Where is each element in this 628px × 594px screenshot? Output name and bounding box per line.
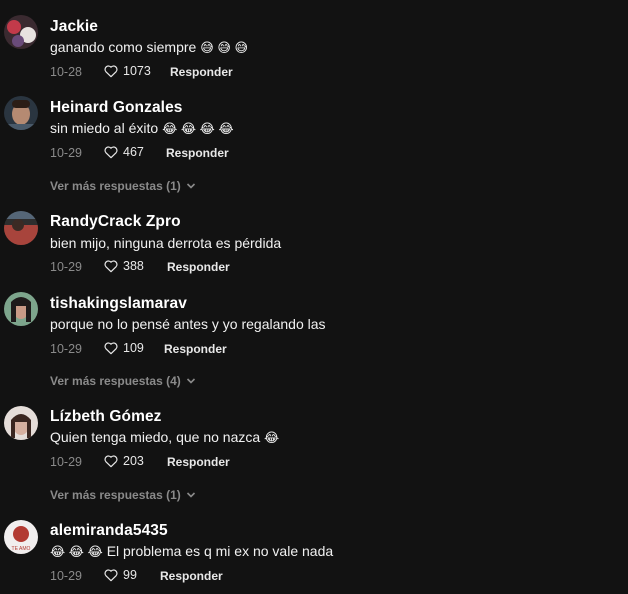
comment-date: 10-29 [50,455,82,469]
chevron-down-icon [186,492,195,498]
emoji-icon: 😂 😂 😂 [50,544,103,559]
like-button[interactable]: 388 [103,258,144,274]
like-button[interactable]: 1073 [103,63,151,79]
view-more-replies-button[interactable]: Ver más respuestas (4) [50,374,196,388]
like-count: 1073 [123,64,151,78]
like-count: 203 [123,454,144,468]
like-count: 467 [123,145,144,159]
comment-text-body: bien mijo, ninguna derrota es pérdida [50,235,282,251]
like-button[interactable]: 203 [103,453,144,469]
comment-username[interactable]: Heinard Gonzales [50,99,183,117]
view-more-replies-label: Ver más respuestas (4) [50,374,181,388]
comment-date: 10-28 [50,65,82,79]
view-more-replies-label: Ver más respuestas (1) [50,179,181,193]
emoji-icon: 😅 😅 😅 [200,40,249,55]
comment-date: 10-29 [50,146,82,160]
reply-button[interactable]: Responder [164,342,227,356]
avatar[interactable] [4,96,38,130]
avatar[interactable] [4,211,38,245]
chevron-down-icon [186,378,195,384]
comment-username[interactable]: Jackie [50,18,98,36]
comment-username[interactable]: tishakingslamarav [50,295,187,313]
heart-icon [104,569,118,582]
comment-text: bien mijo, ninguna derrota es pérdida [50,235,281,251]
comment-text: porque no lo pensé antes y yo regalando … [50,316,326,332]
comment-text: ganando como siempre 😅 😅 😅 [50,39,248,56]
chevron-down-icon [186,183,195,189]
comment-text: Quien tenga miedo, que no nazca 😂 [50,429,279,446]
comment-date: 10-29 [50,260,82,274]
comment-text-body: El problema es q mi ex no vale nada [106,543,334,559]
comment-text-body: porque no lo pensé antes y yo regalando … [50,316,326,332]
heart-icon [104,260,118,273]
comment-text-body: sin miedo al éxito [50,120,159,136]
like-button[interactable]: 467 [103,144,144,160]
reply-button[interactable]: Responder [167,260,230,274]
view-more-replies-label: Ver más respuestas (1) [50,488,181,502]
like-button[interactable]: 109 [103,340,144,356]
reply-button[interactable]: Responder [160,569,223,583]
comment-text-body: Quien tenga miedo, que no nazca [50,429,261,445]
like-count: 388 [123,259,144,273]
emoji-icon: 😂 [264,430,280,445]
heart-icon [104,146,118,159]
avatar[interactable] [4,15,38,49]
like-count: 99 [123,568,137,582]
view-more-replies-button[interactable]: Ver más respuestas (1) [50,488,196,502]
reply-button[interactable]: Responder [166,146,229,160]
reply-button[interactable]: Responder [170,65,233,79]
comment-text-body: ganando como siempre [50,39,197,55]
like-button[interactable]: 99 [103,567,137,583]
avatar[interactable] [4,406,38,440]
avatar[interactable] [4,292,38,326]
heart-icon [104,342,118,355]
comment-username[interactable]: alemiranda5435 [50,522,168,540]
avatar-text: TE AMO [12,546,31,552]
heart-icon [104,65,118,78]
heart-icon [104,455,118,468]
comment-text: sin miedo al éxito 😂 😂 😂 😂 [50,120,234,137]
comment-text: 😂 😂 😂 El problema es q mi ex no vale nad… [50,543,333,560]
reply-button[interactable]: Responder [167,455,230,469]
avatar[interactable]: TE AMO [4,520,38,554]
comment-username[interactable]: RandyCrack Zpro [50,213,181,231]
view-more-replies-button[interactable]: Ver más respuestas (1) [50,179,196,193]
comment-date: 10-29 [50,342,82,356]
comment-date: 10-29 [50,569,82,583]
comment-list: Jackie ganando como siempre 😅 😅 😅 10-28 … [0,0,628,594]
emoji-icon: 😂 😂 😂 😂 [162,121,234,136]
like-count: 109 [123,341,144,355]
comment-username[interactable]: Lízbeth Gómez [50,408,162,426]
